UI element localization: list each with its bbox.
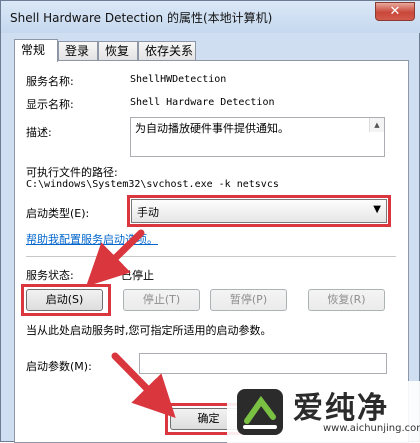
watermark: 爱纯净 www.aichunjing.com	[227, 381, 420, 443]
annotation-arrows	[85, 229, 176, 419]
tab-general[interactable]: 常规	[14, 39, 58, 62]
arrow-to-start-icon	[85, 229, 145, 287]
properties-dialog: Shell Hardware Detection 的属性(本地计算机) ✕ 常规…	[0, 0, 420, 443]
watermark-url: www.aichunjing.com	[323, 423, 420, 434]
watermark-brand: 爱纯净	[293, 391, 389, 426]
arrow-to-ok-icon	[111, 352, 176, 419]
brand-logo-icon	[237, 389, 283, 435]
